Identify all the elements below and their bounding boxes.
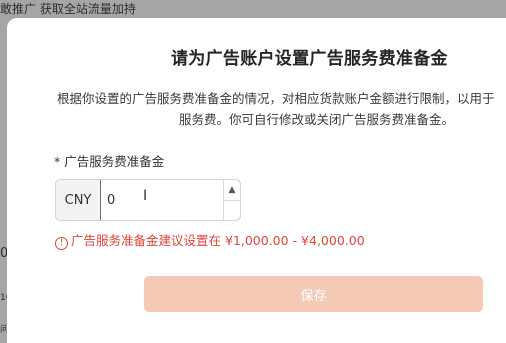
chevron-down-icon[interactable] (224, 201, 240, 221)
reserve-fund-input-wrapper: I ▲ (100, 180, 240, 220)
background-banner-text: 敢推广 获取全站流量加持 (0, 2, 136, 16)
save-button[interactable]: 保存 (144, 276, 483, 312)
modal-description: 根据你设置的广告服务费准备金的情况，对相应货款账户金额进行限制，以用于 服务费。… (57, 88, 506, 130)
validation-error-text: 广告服务准备金建议设置在 ¥1,000.00 - ¥4,000.00 (71, 233, 365, 248)
description-line-1: 根据你设置的广告服务费准备金的情况，对相应货款账户金额进行限制，以用于 (57, 91, 495, 106)
reserve-fund-label: * 广告服务费准备金 (54, 151, 164, 170)
description-line-2: 服务费。你可自行修改或关闭广告服务费准备金。 (179, 112, 455, 127)
chevron-up-icon[interactable]: ▲ (224, 180, 240, 201)
number-stepper: ▲ (223, 180, 240, 220)
text-cursor-icon: I (143, 188, 148, 204)
reserve-fund-label-text: 广告服务费准备金 (64, 154, 165, 169)
modal-title: 请为广告账户设置广告服务费准备金 (171, 49, 448, 69)
validation-error: ! 广告服务准备金建议设置在 ¥1,000.00 - ¥4,000.00 (55, 230, 365, 250)
reserve-fund-modal: 请为广告账户设置广告服务费准备金 根据你设置的广告服务费准备金的情况，对相应货款… (7, 18, 506, 343)
exclamation-circle-icon: ! (55, 237, 68, 250)
reserve-fund-input[interactable] (101, 180, 222, 220)
required-mark: * (54, 154, 61, 169)
reserve-fund-input-group: CNY I ▲ (55, 179, 241, 221)
currency-addon: CNY (56, 180, 101, 220)
